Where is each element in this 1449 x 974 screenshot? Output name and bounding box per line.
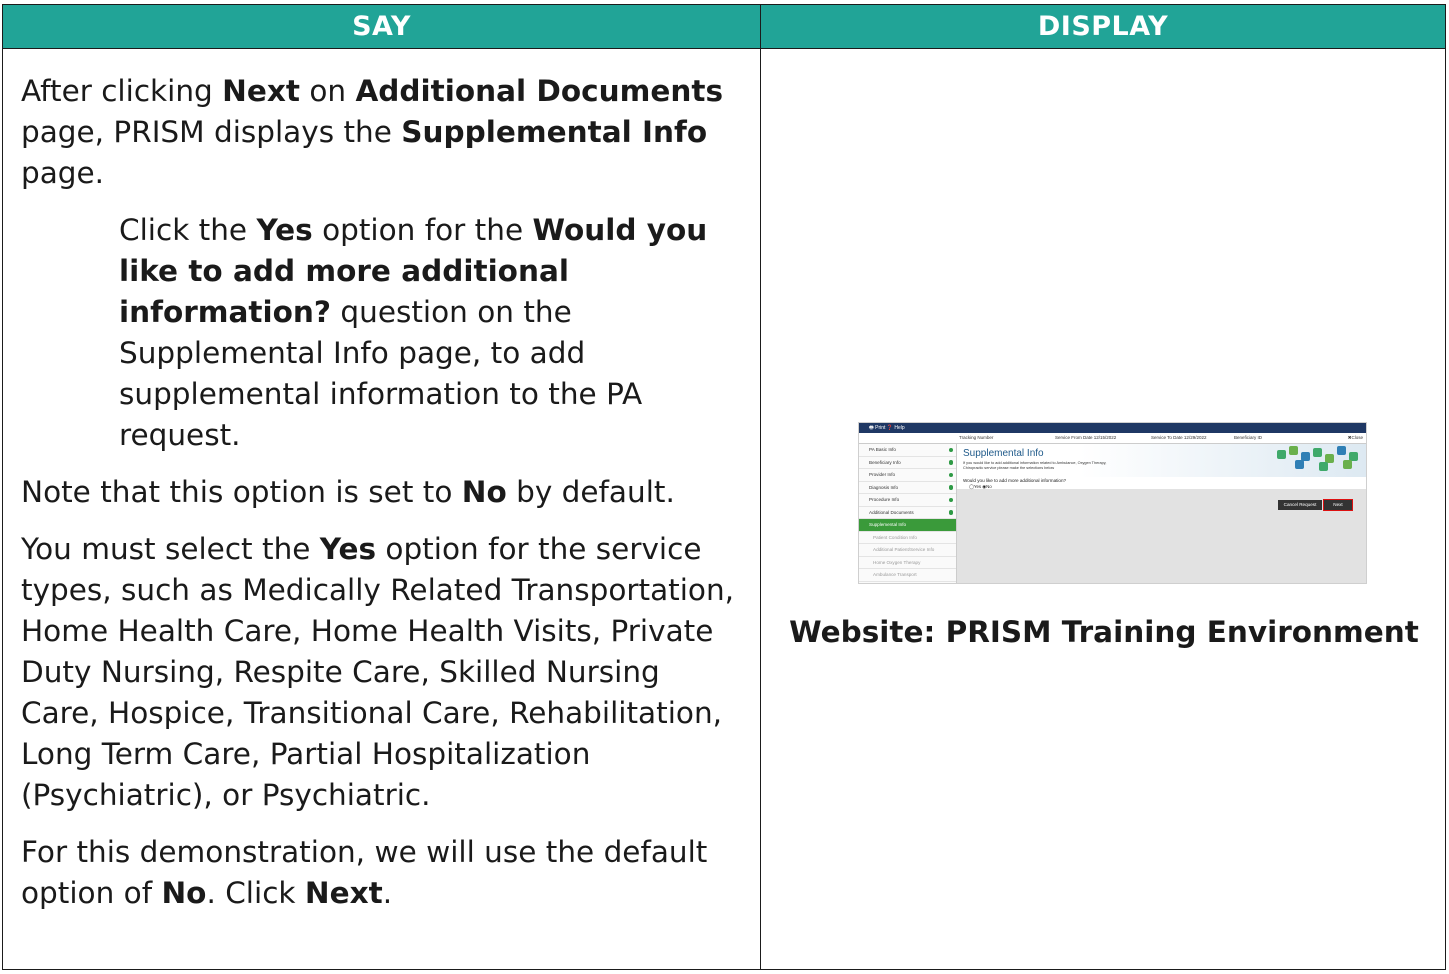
nav-item: Diagnosis Info <box>859 482 956 494</box>
screenshot-content: Supplemental Info If you would like to a… <box>957 444 1366 489</box>
check-icon <box>948 460 953 465</box>
nav-subitem: Additional Patient/Service Info <box>859 544 956 557</box>
screenshot-topbar: 🖶 Print ❓ Help <box>859 423 1366 433</box>
hexagon-icon <box>1277 450 1286 459</box>
hexagon-icon <box>1343 460 1352 469</box>
check-icon <box>948 485 953 490</box>
nav-subitem: Patient Condition Info <box>859 532 956 544</box>
paragraph-note: Note that this option is set to No by de… <box>21 475 675 509</box>
screenshot-title: Supplemental Info <box>963 448 1044 459</box>
nav-item: Additional Documents <box>859 507 956 519</box>
paragraph-demo: For this demonstration, we will use the … <box>21 835 708 910</box>
screenshot-close: ✖Close <box>1347 435 1363 440</box>
hexagon-icon <box>1319 462 1328 471</box>
check-icon <box>948 497 953 502</box>
cancel-request-button: Cancel Request <box>1278 500 1322 510</box>
say-cell: After clicking Next on Additional Docume… <box>2 48 761 970</box>
screenshot-info-bar: Tracking Number Service From Date 12/15/… <box>859 433 1366 444</box>
nav-subitem: Ambulance Transport <box>859 569 956 582</box>
hexagon-icon <box>1313 448 1322 457</box>
hexagon-icon <box>1295 460 1304 469</box>
say-display-table: SAY DISPLAY After clicking Next on Addit… <box>2 4 1446 970</box>
paragraph-intro: After clicking Next on Additional Docume… <box>21 74 724 190</box>
paragraph-service-types: You must select the Yes option for the s… <box>21 532 735 812</box>
nav-subitem: Home Oxygen Therapy <box>859 557 956 569</box>
check-icon <box>948 510 953 515</box>
check-icon <box>948 447 953 452</box>
screenshot-question: Would you like to add more additional in… <box>963 478 1067 483</box>
hexagon-icon <box>1289 446 1298 455</box>
hexagon-icon <box>1337 446 1346 455</box>
display-cell: 🖶 Print ❓ Help Tracking Number Service F… <box>760 48 1446 970</box>
say-header: SAY <box>2 4 761 49</box>
screenshot-radio-group: ◯Yes ◉No <box>969 484 992 489</box>
next-button: Next <box>1323 499 1353 511</box>
nav-item-active: Supplemental Info <box>859 519 956 532</box>
check-icon <box>948 472 953 477</box>
display-caption: Website: PRISM Training Environment <box>789 615 1419 649</box>
screenshot-description: If you would like to add additional info… <box>963 461 1107 470</box>
prism-screenshot: 🖶 Print ❓ Help Tracking Number Service F… <box>858 422 1367 584</box>
screenshot-sidebar: PA Basic Info Beneficiary Info Provider … <box>859 444 957 583</box>
nav-item: Beneficiary Info <box>859 457 956 469</box>
display-header: DISPLAY <box>760 4 1446 49</box>
nav-item: Procedure Info <box>859 494 956 507</box>
nav-item: PA Basic Info <box>859 444 956 457</box>
nav-item: Provider Info <box>859 469 956 482</box>
paragraph-instruction: Click the Yes option for the Would you l… <box>119 213 708 452</box>
